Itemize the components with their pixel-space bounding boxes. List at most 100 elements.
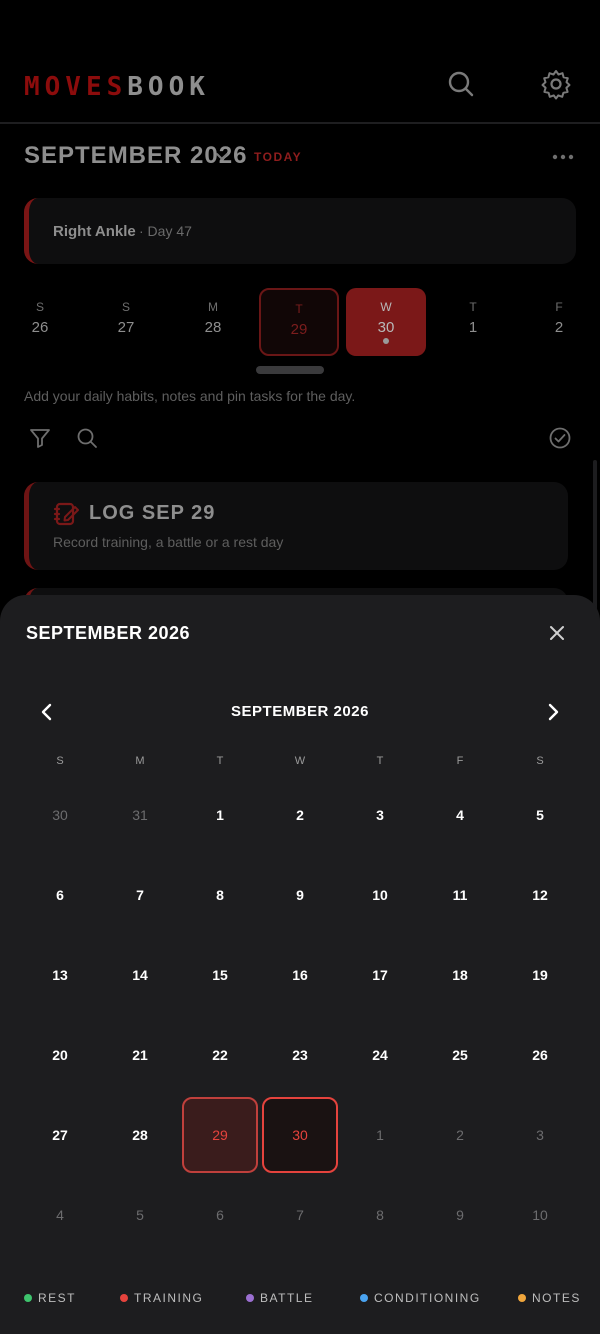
calendar-day[interactable]: 27 xyxy=(20,1095,100,1175)
calendar-day[interactable]: 9 xyxy=(420,1175,500,1255)
injury-card[interactable]: Right Ankle · Day 47 xyxy=(24,198,576,264)
next-month-button[interactable] xyxy=(540,699,566,725)
calendar-day[interactable]: 26 xyxy=(500,1015,580,1095)
calendar-day[interactable]: 30 xyxy=(260,1095,340,1175)
calendar-day[interactable]: 2 xyxy=(420,1095,500,1175)
search-icon[interactable] xyxy=(445,68,477,100)
week-day-number: 28 xyxy=(204,319,222,336)
close-icon[interactable] xyxy=(544,620,570,646)
sheet-title: SEPTEMBER 2026 xyxy=(26,623,191,643)
calendar-day[interactable]: 7 xyxy=(100,855,180,935)
event-dot xyxy=(383,338,389,344)
calendar-day[interactable]: 21 xyxy=(100,1015,180,1095)
week-day-2[interactable]: M 28 xyxy=(173,288,253,356)
calendar-day[interactable]: 4 xyxy=(420,775,500,855)
scrollbar[interactable] xyxy=(593,460,597,610)
notebook-edit-icon xyxy=(53,500,81,528)
week-day-6[interactable]: F2 xyxy=(519,288,599,356)
calendar-day[interactable]: 10 xyxy=(340,855,420,935)
weekday-label: T xyxy=(376,755,384,767)
calendar-day-number: 18 xyxy=(452,967,468,983)
calendar-day-number: 7 xyxy=(136,887,144,903)
calendar-day[interactable]: 31 xyxy=(100,775,180,855)
legend-label: BATTLE xyxy=(260,1291,314,1305)
calendar-day[interactable]: 15 xyxy=(180,935,260,1015)
week-day-0[interactable]: S 26 xyxy=(0,288,80,356)
calendar-day-number: 8 xyxy=(216,887,224,903)
log-day-card[interactable]: LOG SEP 29 Record training, a battle or … xyxy=(24,482,568,570)
calendar-day[interactable]: 1 xyxy=(340,1095,420,1175)
calendar-day[interactable]: 5 xyxy=(100,1175,180,1255)
calendar-day[interactable]: 20 xyxy=(20,1015,100,1095)
calendar-day[interactable]: 4 xyxy=(20,1175,100,1255)
week-day-number: 1 xyxy=(468,319,478,336)
calendar-day-number: 25 xyxy=(452,1047,468,1063)
calendar-day[interactable]: 6 xyxy=(180,1175,260,1255)
check-circle-icon[interactable] xyxy=(548,426,572,450)
calendar-day[interactable]: 29 xyxy=(180,1095,260,1175)
calendar-day[interactable]: 18 xyxy=(420,935,500,1015)
calendar-day[interactable]: 30 xyxy=(20,775,100,855)
calendar-day[interactable]: 14 xyxy=(100,935,180,1015)
calendar-day[interactable]: 6 xyxy=(20,855,100,935)
week-day-4[interactable]: W 30 xyxy=(346,288,426,356)
calendar-day[interactable]: 3 xyxy=(340,775,420,855)
calendar-day-number: 6 xyxy=(216,1207,224,1223)
week-day-1[interactable]: S 27 xyxy=(86,288,166,356)
calendar-day[interactable]: 23 xyxy=(260,1015,340,1095)
calendar-day-number: 30 xyxy=(292,1127,308,1143)
calendar-day-number: 29 xyxy=(212,1127,228,1143)
filter-icon[interactable] xyxy=(28,426,52,450)
week-day-number: 30 xyxy=(377,319,395,336)
drag-handle[interactable] xyxy=(256,366,324,374)
calendar-day-number: 15 xyxy=(212,967,228,983)
week-strip: S 26 S 27 M 28 T 29 W 30 T 1 F 2 xyxy=(0,288,600,358)
calendar-day-number: 21 xyxy=(132,1047,148,1063)
calendar-day-number: 14 xyxy=(132,967,148,983)
more-options-icon[interactable] xyxy=(550,144,576,170)
chevron-right-icon xyxy=(548,703,559,721)
injury-name: Right Ankle xyxy=(53,223,136,240)
calendar-day[interactable]: 13 xyxy=(20,935,100,1015)
calendar-day[interactable]: 7 xyxy=(260,1175,340,1255)
calendar-day[interactable]: 12 xyxy=(500,855,580,935)
calendar-day[interactable]: 22 xyxy=(180,1015,260,1095)
calendar-day[interactable]: 9 xyxy=(260,855,340,935)
calendar-day-number: 10 xyxy=(532,1207,548,1223)
calendar-day[interactable]: 25 xyxy=(420,1015,500,1095)
chevron-down-icon[interactable] xyxy=(214,148,230,164)
calendar-day[interactable]: 11 xyxy=(420,855,500,935)
calendar-day[interactable]: 17 xyxy=(340,935,420,1015)
calendar-day[interactable]: 5 xyxy=(500,775,580,855)
week-day-3[interactable]: T 29 xyxy=(259,288,339,356)
week-day-5[interactable]: T1 xyxy=(433,288,513,356)
week-day-number: 26 xyxy=(31,319,49,336)
search-icon[interactable] xyxy=(75,426,99,450)
calendar-day[interactable]: 19 xyxy=(500,935,580,1015)
week-day-letter: F xyxy=(555,300,563,314)
calendar-day[interactable]: 8 xyxy=(180,855,260,935)
calendar-day[interactable]: 28 xyxy=(100,1095,180,1175)
legend-dot xyxy=(120,1294,128,1302)
today-button[interactable]: TODAY xyxy=(250,148,306,166)
week-day-letter: W xyxy=(380,300,392,314)
calendar-day[interactable]: 2 xyxy=(260,775,340,855)
calendar-day-number: 16 xyxy=(292,967,308,983)
calendar-day[interactable]: 24 xyxy=(340,1015,420,1095)
calendar-day[interactable]: 16 xyxy=(260,935,340,1015)
calendar-day-number: 8 xyxy=(376,1207,384,1223)
calendar-day-number: 27 xyxy=(52,1127,68,1143)
legend-label: TRAINING xyxy=(134,1291,204,1305)
calendar-day[interactable]: 1 xyxy=(180,775,260,855)
calendar-month-title: SEPTEMBER 2026 xyxy=(231,703,369,720)
gear-icon[interactable] xyxy=(540,68,572,100)
legend-dot xyxy=(246,1294,254,1302)
calendar-day[interactable]: 3 xyxy=(500,1095,580,1175)
legend-item-notes: NOTES xyxy=(518,1291,581,1305)
calendar-day[interactable]: 8 xyxy=(340,1175,420,1255)
calendar-day-number: 31 xyxy=(132,807,148,823)
legend-label: CONDITIONING xyxy=(374,1291,481,1305)
day-hint-text: Add your daily habits, notes and pin tas… xyxy=(24,388,356,404)
calendar-day-number: 1 xyxy=(216,807,224,823)
calendar-day[interactable]: 10 xyxy=(500,1175,580,1255)
